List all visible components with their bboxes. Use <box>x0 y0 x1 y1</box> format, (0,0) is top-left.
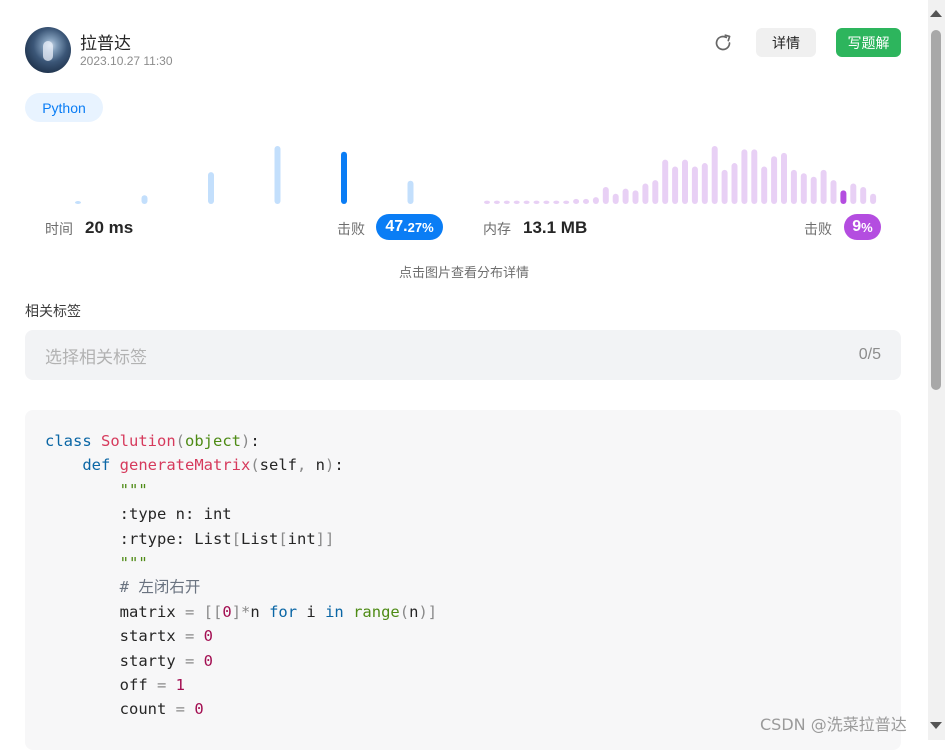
code-line: matrix = [[0]*n for i in range(n)] <box>45 602 438 621</box>
runtime-bar[interactable] <box>141 195 148 204</box>
memory-bar[interactable] <box>543 200 550 204</box>
code-line: def generateMatrix(self, n): <box>82 456 344 475</box>
runtime-label: 时间 <box>45 222 73 238</box>
memory-bar[interactable] <box>592 197 599 204</box>
memory-bar[interactable] <box>731 163 738 204</box>
watermark: CSDN @洗菜拉普达 <box>760 715 907 734</box>
memory-bar[interactable] <box>523 200 530 204</box>
memory-bar[interactable] <box>583 198 589 204</box>
memory-bar[interactable] <box>820 169 827 204</box>
memory-bar[interactable] <box>870 193 877 204</box>
memory-bar[interactable] <box>771 156 778 204</box>
memory-bar[interactable] <box>493 200 500 204</box>
memory-bar[interactable] <box>672 166 679 204</box>
runtime-value: 20 ms <box>85 218 134 237</box>
memory-bar[interactable] <box>781 152 787 204</box>
code-line: """ <box>119 554 148 572</box>
memory-bar[interactable] <box>533 200 540 204</box>
memory-bar[interactable] <box>632 190 639 204</box>
memory-bar[interactable] <box>662 159 669 204</box>
detail-button[interactable]: 详情 <box>756 28 816 57</box>
runtime-beat-badge: 47. 27% <box>376 214 443 240</box>
submission-card: 拉普达 2023.10.27 11:30 详情 写题解 Python 时间 20… <box>0 0 928 750</box>
avatar[interactable] <box>25 27 71 73</box>
code-line: """ <box>119 480 148 499</box>
code-line: class Solution(object): <box>45 432 260 450</box>
memory-bar[interactable] <box>682 159 688 204</box>
memory-bar[interactable] <box>810 176 817 204</box>
memory-bar[interactable] <box>622 188 629 204</box>
memory-bar[interactable] <box>830 180 837 204</box>
memory-bar[interactable] <box>553 200 560 204</box>
memory-bar[interactable] <box>612 193 619 204</box>
code-line: count = 0 <box>45 700 204 719</box>
memory-bar[interactable] <box>513 200 520 204</box>
runtime-bar[interactable] <box>407 180 414 204</box>
memory-distribution-chart <box>484 146 877 204</box>
memory-bar[interactable] <box>850 183 857 204</box>
memory-bar[interactable] <box>790 169 797 204</box>
code-line: :rtype: List[List[int]] <box>45 529 335 548</box>
memory-bar[interactable] <box>691 166 698 204</box>
memory-bar[interactable] <box>484 200 490 204</box>
scroll-up-icon[interactable] <box>930 10 942 17</box>
memory-bar[interactable] <box>652 180 659 204</box>
memory-beat-label: 击败 <box>804 222 832 238</box>
runtime-beat-main: 47. <box>385 218 408 235</box>
post-time: 2023.10.27 11:30 <box>80 54 173 68</box>
memory-label: 内存 <box>483 222 511 238</box>
tags-select-input[interactable]: 选择相关标签 0/5 <box>25 330 901 380</box>
username[interactable]: 拉普达 <box>80 29 131 54</box>
memory-bar[interactable] <box>701 163 708 204</box>
runtime-bar[interactable] <box>341 151 347 204</box>
memory-bar[interactable] <box>800 173 807 204</box>
memory-bar[interactable] <box>761 166 768 204</box>
scrollbar-thumb[interactable] <box>931 30 941 390</box>
runtime-bar[interactable] <box>208 172 214 204</box>
memory-bar[interactable] <box>721 169 728 204</box>
memory-beat-badge: 9% <box>844 214 881 240</box>
memory-bar[interactable] <box>840 190 847 204</box>
code-line: startx = 0 <box>45 627 214 646</box>
memory-beat-main: 9 <box>852 218 862 235</box>
memory-bar[interactable] <box>503 200 510 204</box>
tags-placeholder: 选择相关标签 <box>45 347 147 368</box>
code-line: # 左闭右开 <box>119 578 201 597</box>
memory-bar[interactable] <box>741 149 748 204</box>
memory-beat-frac: % <box>861 219 873 235</box>
memory-bar[interactable] <box>563 200 570 204</box>
distribution-charts[interactable] <box>0 140 928 210</box>
language-tag[interactable]: Python <box>25 93 103 122</box>
distribution-hint[interactable]: 点击图片查看分布详情 <box>0 262 928 281</box>
runtime-distribution-chart <box>75 146 414 204</box>
runtime-bar[interactable] <box>75 201 81 204</box>
runtime-bar[interactable] <box>274 146 281 204</box>
runtime-beat-frac: 27% <box>407 219 434 235</box>
code-line: off = 1 <box>45 676 186 694</box>
refresh-icon[interactable] <box>711 31 735 55</box>
scroll-down-icon[interactable] <box>930 722 942 729</box>
code-line: starty = 0 <box>45 651 214 670</box>
tags-label: 相关标签 <box>25 304 81 320</box>
memory-bar[interactable] <box>642 183 649 204</box>
memory-bar[interactable] <box>751 149 758 204</box>
code-line: :type n: int <box>45 505 232 524</box>
memory-bar[interactable] <box>860 186 867 204</box>
tags-count: 0/5 <box>858 346 881 363</box>
runtime-beat-label: 击败 <box>337 222 365 238</box>
memory-value: 13.1 MB <box>523 218 588 237</box>
memory-bar[interactable] <box>602 186 609 204</box>
memory-bar[interactable] <box>573 198 580 204</box>
memory-bar[interactable] <box>711 146 718 204</box>
write-solution-button[interactable]: 写题解 <box>836 28 901 57</box>
